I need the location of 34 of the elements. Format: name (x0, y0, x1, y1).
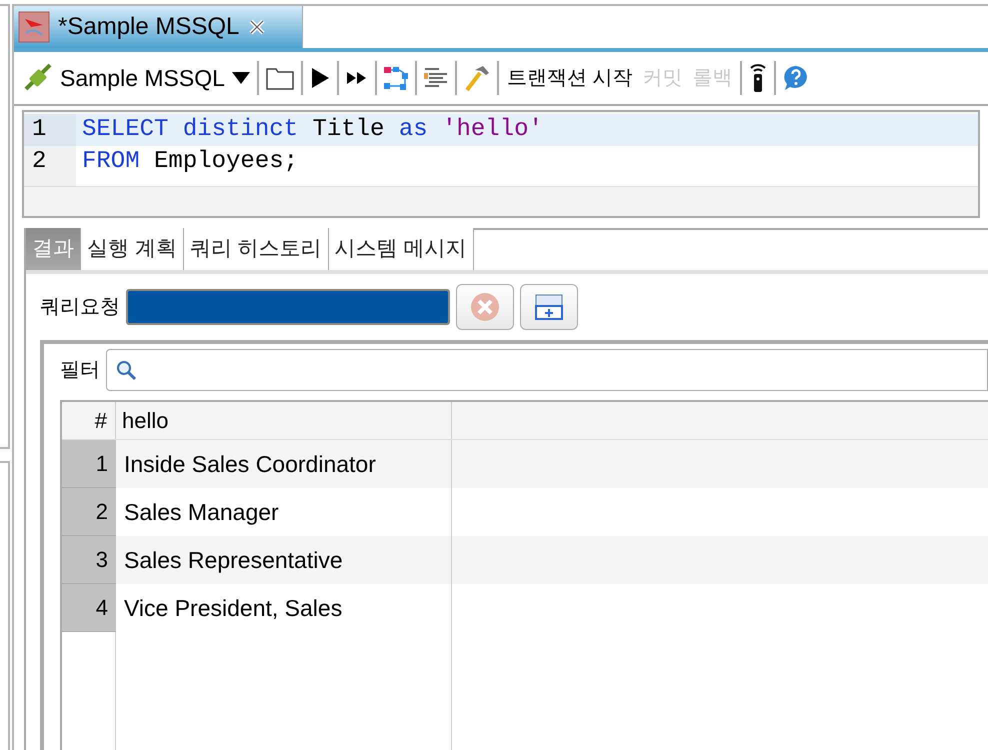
query-status-label: 쿼리요청 (40, 295, 120, 320)
row-number: 4 (62, 584, 116, 632)
table-add-icon (534, 292, 564, 322)
app-logo-icon (18, 11, 50, 43)
line-number: 1 (24, 114, 76, 146)
row-number: 3 (62, 536, 116, 584)
column-header[interactable]: hello (116, 402, 452, 439)
search-icon (115, 359, 137, 381)
connection-name[interactable]: Sample MSSQL (60, 60, 225, 96)
code-line: SELECT distinct Title as 'hello' (81, 115, 543, 145)
editor-tab-title: *Sample MSSQL (58, 12, 240, 42)
close-icon[interactable] (247, 17, 268, 37)
toolbar-text-button[interactable]: 트랜잭션 시작 (504, 63, 634, 93)
filter-search-field[interactable] (106, 349, 988, 391)
filter-label: 필터 (60, 358, 100, 383)
result-tab[interactable]: 실행 계획 (81, 228, 184, 270)
text-lines-icon[interactable] (422, 66, 449, 90)
row-number: 2 (62, 488, 116, 536)
result-tab[interactable]: 쿼리 히스토리 (184, 228, 329, 270)
diagram-icon[interactable] (382, 65, 409, 91)
line-number: 2 (24, 146, 76, 178)
line-number-gutter (24, 178, 76, 186)
remote-signal-icon[interactable] (748, 62, 768, 94)
code-line: FROM Employees; (81, 147, 298, 177)
column-header[interactable]: # (62, 402, 116, 439)
row-number: 1 (62, 440, 116, 488)
cancel-icon (470, 292, 500, 322)
result-tab[interactable]: 시스템 메시지 (328, 228, 474, 270)
dropdown-caret-icon[interactable] (230, 71, 251, 85)
editor-tab[interactable]: *Sample MSSQL (14, 6, 303, 48)
add-row-button[interactable] (520, 284, 578, 330)
hammer-icon[interactable] (462, 64, 491, 92)
table-cell: Vice President, Sales (116, 584, 452, 632)
plug-icon (22, 63, 54, 93)
